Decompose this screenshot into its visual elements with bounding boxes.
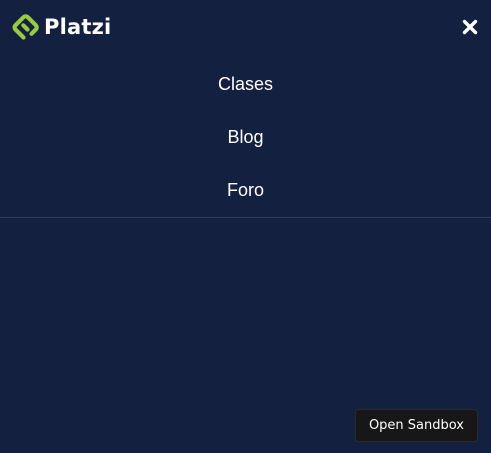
close-icon bbox=[462, 19, 478, 35]
platzi-logo[interactable]: Platzi bbox=[12, 12, 111, 42]
platzi-logo-icon bbox=[12, 14, 39, 40]
open-sandbox-button[interactable]: Open Sandbox bbox=[354, 409, 478, 442]
logo-text: Platzi bbox=[44, 15, 112, 39]
close-menu-button[interactable] bbox=[459, 16, 481, 38]
nav-item-blog[interactable]: Blog bbox=[0, 111, 491, 164]
header: Platzi bbox=[0, 0, 491, 55]
nav-item-foro[interactable]: Foro bbox=[0, 164, 491, 217]
nav-menu: Clases Blog Foro bbox=[0, 58, 491, 218]
nav-item-clases[interactable]: Clases bbox=[0, 58, 491, 111]
